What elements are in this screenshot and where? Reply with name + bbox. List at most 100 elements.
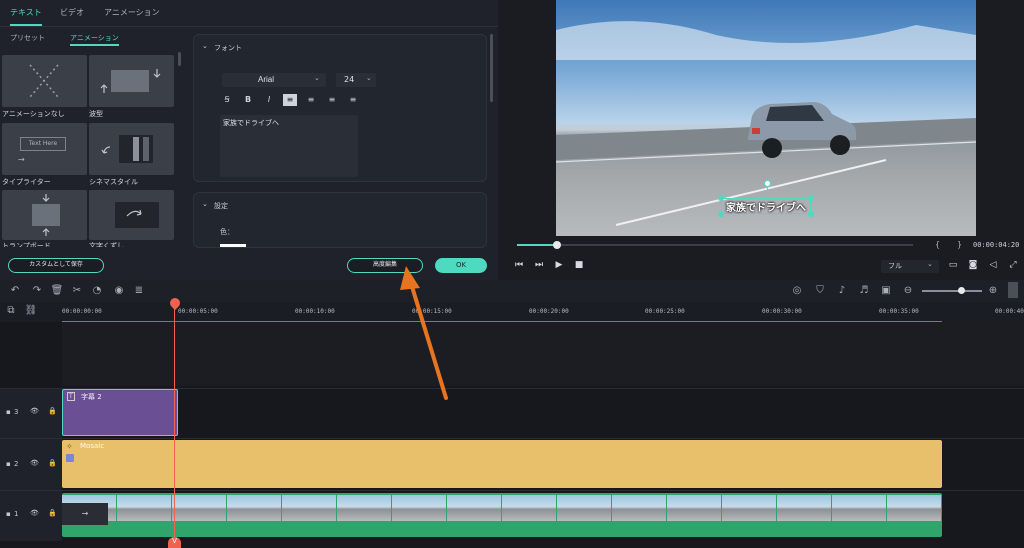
animation-none-label: アニメーションなし (2, 110, 65, 118)
mic-icon[interactable]: ♪ (835, 284, 849, 298)
video-thumbnail (117, 495, 171, 521)
render-icon[interactable]: ◎ (790, 284, 804, 298)
volume-icon[interactable]: ◁ (987, 260, 999, 270)
lock-icon[interactable]: 🔒 (48, 509, 57, 517)
lock-icon[interactable]: 🔒 (48, 407, 57, 415)
ruler-label: 00:00:20:00 (529, 308, 569, 315)
video-thumbnail (557, 495, 611, 521)
rotate-handle[interactable] (764, 180, 771, 187)
tab-text[interactable]: テキスト (10, 0, 42, 26)
italic-button[interactable]: I (262, 94, 276, 106)
mark-out-icon[interactable]: } (957, 240, 962, 249)
play-icon[interactable]: ▶ (553, 260, 565, 270)
duration-icon[interactable]: ◔ (90, 284, 104, 298)
video-preview[interactable]: 家族でドライブへ (556, 0, 976, 236)
lock-icon[interactable]: 🔒 (48, 459, 57, 467)
format-toolbar: Ꞩ B I ≡ ≡ ≡ ≡ (220, 94, 360, 106)
marker-icon[interactable]: ⛉ (813, 284, 827, 298)
ruler-label: 00:00:35:00 (879, 308, 919, 315)
font-size-select[interactable]: 24 ⌄ (336, 73, 376, 87)
track-number: 3 (14, 408, 19, 416)
chevron-down-icon[interactable]: ⌄ (202, 200, 208, 208)
ruler-label: 00:00:25:00 (645, 308, 685, 315)
fullscreen-icon[interactable]: ⤢ (1007, 260, 1019, 270)
align-center-icon[interactable]: ≡ (304, 94, 318, 106)
prev-frame-icon[interactable]: ⏮ (513, 260, 525, 270)
playback-scrubber[interactable] (517, 241, 913, 249)
video-thumbnails (62, 495, 942, 521)
ruler-label: 00:00:40 (995, 308, 1024, 315)
align-justify-icon[interactable]: ≡ (346, 94, 360, 106)
eye-icon[interactable]: 👁 (30, 407, 39, 415)
typewriter-sample-text: Text Here (20, 137, 66, 151)
playback-progress (517, 244, 557, 246)
chevron-down-icon: ⌄ (314, 74, 320, 82)
tab-animation[interactable]: アニメーション (104, 0, 160, 26)
delete-icon[interactable]: 🗑 (50, 284, 64, 298)
step-play-icon[interactable]: ⏭ (533, 260, 545, 270)
animation-typewriter-card[interactable]: Text Here → (2, 123, 87, 175)
timeline-ruler[interactable] (0, 302, 1024, 322)
monitor-icon[interactable]: ▭ (947, 260, 959, 270)
font-family-value: Arial (258, 75, 275, 84)
align-right-icon[interactable]: ≡ (325, 94, 339, 106)
annotation-arrow (400, 266, 448, 400)
add-track-icon[interactable]: ⧉ (4, 304, 18, 318)
playhead-line (174, 306, 175, 538)
playback-knob[interactable] (552, 241, 561, 249)
subtitle-icon[interactable]: ▣ (879, 284, 893, 298)
mixer-icon[interactable]: ♬ (857, 284, 871, 298)
panel-toggle[interactable] (1008, 282, 1018, 298)
quality-select[interactable]: フル ⌄ (881, 260, 939, 273)
rotate-handle-line (767, 187, 768, 198)
wave-preview-icon (100, 69, 161, 93)
mark-in-icon[interactable]: { (935, 240, 940, 249)
font-family-select[interactable]: Arial ⌄ (222, 73, 326, 87)
chevron-down-icon[interactable]: ⌄ (202, 42, 208, 50)
animation-wave-label: 波型 (89, 110, 103, 118)
link-icon[interactable]: ⛓ (24, 304, 38, 318)
playhead-bottom-marker[interactable]: V (168, 537, 181, 548)
save-as-custom-button[interactable]: カスタムとして保存 (8, 258, 104, 273)
eye-icon[interactable]: 👁 (30, 459, 39, 467)
bold-button[interactable]: B (241, 94, 255, 106)
text-style-icon[interactable]: Ꞩ (220, 94, 234, 106)
animation-wave-card[interactable] (89, 55, 174, 107)
arrow-right-icon: → (18, 155, 25, 164)
redo-icon[interactable]: ↷ (30, 284, 44, 298)
camera-icon[interactable]: ◙ (967, 260, 979, 270)
font-size-value: 24 (344, 75, 355, 84)
subtab-animation[interactable]: アニメーション (70, 30, 119, 46)
video-clip[interactable]: → (62, 493, 942, 537)
animation-break-card[interactable] (89, 190, 174, 240)
video-thumbnail (172, 495, 226, 521)
animation-none-card[interactable] (2, 55, 87, 107)
animation-flipboard-card[interactable] (2, 190, 87, 240)
color-swatch[interactable] (220, 244, 246, 247)
align-left-icon[interactable]: ≡ (283, 94, 297, 106)
animation-cinema-label: シネマスタイル (89, 178, 138, 186)
text-input-area[interactable]: 家族でドライブへ (220, 115, 358, 177)
grid-scrollbar[interactable] (178, 52, 181, 66)
zoom-slider-knob[interactable] (958, 287, 965, 294)
font-section: ⌄ フォント Arial ⌄ 24 ⌄ Ꞩ B I ≡ ≡ ≡ ≡ 家族でドライ… (193, 34, 487, 182)
color-icon[interactable]: ◉ (112, 284, 126, 298)
zoom-slider[interactable] (922, 287, 982, 294)
track-header-1: ▪ 1 👁 🔒 (0, 491, 62, 541)
empty-track-area (62, 322, 1024, 386)
editor-scrollbar[interactable] (490, 34, 493, 102)
stop-icon[interactable]: ■ (573, 260, 585, 270)
animation-cinema-card[interactable] (89, 123, 174, 175)
zoom-out-icon[interactable]: ⊖ (901, 284, 915, 298)
cut-icon[interactable]: ✂ (70, 284, 84, 298)
mosaic-clip[interactable]: ✧ Mosaic (62, 440, 942, 488)
title-clip[interactable]: T 字幕 2 (62, 389, 178, 436)
undo-icon[interactable]: ↶ (8, 284, 22, 298)
eye-icon[interactable]: 👁 (30, 509, 39, 517)
tab-video[interactable]: ビデオ (60, 0, 84, 26)
zoom-in-icon[interactable]: ⊕ (986, 284, 1000, 298)
video-thumbnail (887, 495, 941, 521)
subtab-preset[interactable]: プリセット (10, 30, 45, 46)
audio-adjust-icon[interactable]: ≣ (132, 284, 146, 298)
animation-typewriter-label: タイプライター (2, 178, 51, 186)
